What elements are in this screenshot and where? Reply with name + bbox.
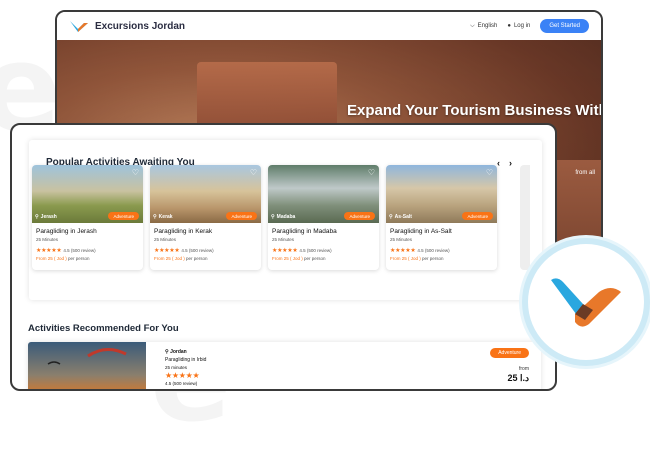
price-from-label: from [519,366,529,372]
location-pin-icon: ⚲ [153,214,157,220]
category-badge: Adventure [344,212,375,220]
price-per: per person [68,256,90,261]
price-per: per person [422,256,444,261]
location-pin-icon: ⚲ [165,349,169,355]
activity-price: From 25 ( Jod ) per person [390,256,493,261]
activity-title: Paragliding in Kerak [154,228,213,235]
activity-rating: ★★★★★ 4.5 (500 review) [272,247,375,254]
star-icon: ★★★★★ [36,248,62,254]
get-started-button[interactable]: Get Started [540,19,589,33]
recommended-activity-card[interactable]: ⚲ Jordan Paragliding in Irbid 25 minutes… [28,342,541,389]
login-label: Log in [513,23,531,29]
location-label: Madaba [276,214,296,220]
location-pin-icon: ⚲ [271,214,275,220]
heart-icon[interactable]: ♡ [250,168,257,177]
hero-image-rock [197,62,337,132]
price-per: per person [186,256,208,261]
category-badge: Adventure [490,348,529,358]
activity-image: ♡ ⚲ Jerash Adventure [32,165,143,223]
activity-rating: ★★★★★ 4.5 (500 review) [390,247,493,254]
category-badge: Adventure [108,212,139,220]
activity-image: ♡ ⚲ As-Salt Adventure [386,165,497,223]
activity-duration: 25 Minutes [272,237,295,242]
top-navbar: Excursions Jordan ⌵ English ● Log in Get… [57,12,601,40]
activity-title: Paragliding in Jerash [36,228,97,235]
recommended-rating: 4.5 (500 review) [165,381,198,386]
category-badge: Adventure [462,212,493,220]
recommended-info: ⚲ Jordan Paragliding in Irbid 25 minutes… [165,348,206,388]
star-icon: ★★★★★ [390,248,416,254]
price-from: From 25 ( Jod ) [36,256,67,261]
paraglider-image [47,348,127,365]
location-label: Jerash [40,214,57,220]
category-badge: Adventure [226,212,257,220]
browser-window-front: Popular Activities Awaiting You ‹ › ♡ ⚲ J… [10,123,557,391]
heart-icon[interactable]: ♡ [132,168,139,177]
activity-duration: 25 Minutes [390,237,413,242]
star-icon: ★★★★★ [272,248,298,254]
activity-price: From 25 ( Jod ) per person [272,256,375,261]
hero-subtitle: from all [575,170,595,176]
heart-icon[interactable]: ♡ [368,168,375,177]
location-pin-icon: ⚲ [35,214,39,220]
star-icon: ★★★★★ [154,248,180,254]
chevron-right-icon[interactable]: › [509,158,512,168]
rating-text: 4.5 (500 review) [181,248,214,253]
location-tag: ⚲ Jerash [35,214,57,220]
language-selector[interactable]: ⌵ English [470,23,497,30]
star-icon: ★★★★★ [165,371,200,380]
activity-card[interactable]: ♡ ⚲ Kerak Adventure Paragliding in Kerak … [150,165,261,270]
activity-card[interactable]: ♡ ⚲ Jerash Adventure Paragliding in Jeras… [32,165,143,270]
recommended-location: ⚲ Jordan [165,348,206,356]
price-from: From 25 ( Jod ) [154,256,185,261]
price-per: per person [304,256,326,261]
activity-price: From 25 ( Jod ) per person [154,256,257,261]
brand-logo-icon [70,21,88,32]
user-icon: ● [507,23,511,29]
activity-image: ♡ ⚲ Madaba Adventure [268,165,379,223]
hero-title: Expand Your Tourism Business With [347,102,603,119]
location-label: Kerak [158,214,173,220]
location-label: Jordan [170,349,187,355]
location-tag: ⚲ Kerak [153,214,173,220]
brand-logo-badge [528,244,644,360]
activity-rating: ★★★★★ 4.5 (500 review) [154,247,257,254]
activity-card[interactable]: ♡ ⚲ Madaba Adventure Paragliding in Madab… [268,165,379,270]
location-tag: ⚲ As-Salt [389,214,412,220]
activity-card[interactable]: ♡ ⚲ As-Salt Adventure Paragliding in As-S… [386,165,497,270]
activity-title: Paragliding in As-Salt [390,228,452,235]
activity-duration: 25 Minutes [36,237,59,242]
recommended-price: 25 د.ا [507,373,529,383]
activity-title: Paragliding in Madaba [272,228,337,235]
price-from: From 25 ( Jod ) [390,256,421,261]
activity-cards: ♡ ⚲ Jerash Adventure Paragliding in Jeras… [32,165,497,270]
activity-card-peek [520,165,530,270]
recommended-activity-title: Paragliding in Irbid [165,357,207,363]
brand-logo[interactable]: Excursions Jordan [69,19,185,33]
heart-icon[interactable]: ♡ [486,168,493,177]
activity-rating: ★★★★★ 4.5 (500 review) [36,247,139,254]
chevron-down-icon: ⌵ [470,22,475,29]
rating-text: 4.5 (500 review) [63,248,96,253]
location-label: As-Salt [394,214,412,220]
recommended-activity-image [28,342,146,389]
rating-text: 4.5 (500 review) [299,248,332,253]
brand-name: Excursions Jordan [95,20,186,32]
price-from: From 25 ( Jod ) [272,256,303,261]
location-tag: ⚲ Madaba [271,214,295,220]
activity-image: ♡ ⚲ Kerak Adventure [150,165,261,223]
language-label: English [477,23,498,29]
recommended-title: Activities Recommended For You [28,323,179,334]
activity-price: From 25 ( Jod ) per person [36,256,139,261]
activity-duration: 25 Minutes [154,237,177,242]
login-link[interactable]: ● Log in [507,23,530,29]
rating-text: 4.5 (500 review) [417,248,450,253]
brand-logo-icon [551,278,621,327]
location-pin-icon: ⚲ [389,214,393,220]
chevron-left-icon[interactable]: ‹ [497,158,500,168]
